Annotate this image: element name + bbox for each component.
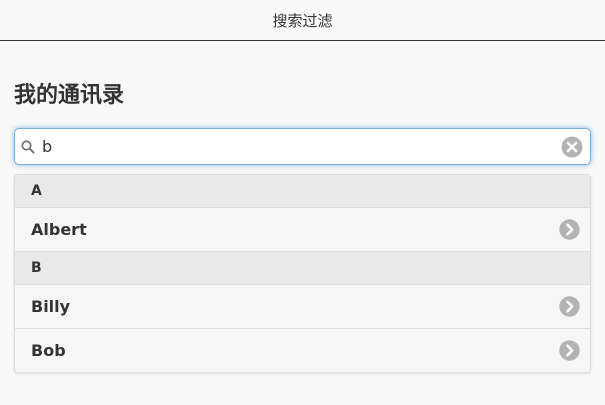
search-box[interactable] xyxy=(14,128,591,165)
list-item-label: Billy xyxy=(31,297,71,316)
list-item[interactable]: Billy xyxy=(15,285,590,329)
chevron-right-circle-icon xyxy=(559,340,580,361)
clear-icon[interactable] xyxy=(561,136,583,158)
chevron-right-circle-icon xyxy=(559,296,580,317)
header-title: 搜索过滤 xyxy=(272,11,333,30)
search-input[interactable] xyxy=(42,133,557,160)
list-item-label: Bob xyxy=(31,341,66,360)
list-item[interactable]: Albert xyxy=(15,208,590,252)
page-title: 我的通讯录 xyxy=(14,83,125,108)
list-item[interactable]: Bob xyxy=(15,329,590,372)
chevron-right-circle-icon xyxy=(559,219,580,240)
list-divider-a: A xyxy=(15,175,590,208)
list-divider-b: B xyxy=(15,252,590,285)
search-icon xyxy=(21,140,35,154)
header-bar: 搜索过滤 xyxy=(0,0,605,41)
contact-list: A Albert B Billy Bob xyxy=(14,174,591,373)
list-item-label: Albert xyxy=(31,220,87,239)
